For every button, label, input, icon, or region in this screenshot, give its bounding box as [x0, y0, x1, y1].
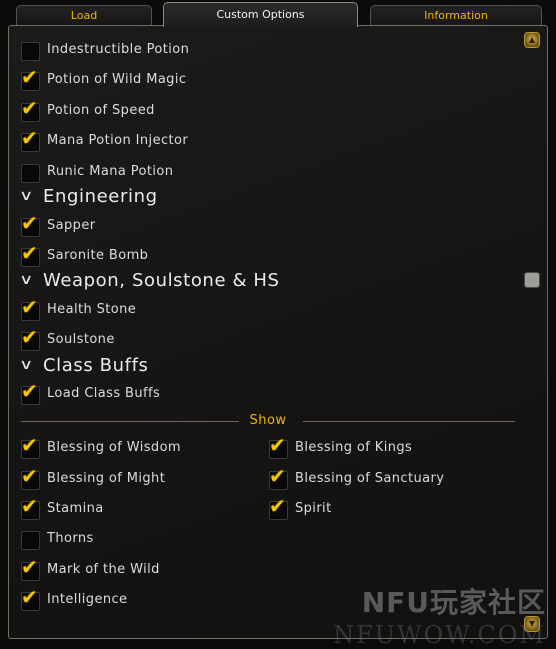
checkbox-label: Mark of the Wild: [47, 562, 160, 577]
checkmark-icon: ✔: [21, 464, 38, 488]
checkbox-box[interactable]: ✔: [269, 496, 288, 520]
checkbox-label: Soulstone: [47, 332, 115, 347]
checkbox-label: Mana Potion Injector: [47, 133, 189, 148]
section-title: Weapon, Soulstone & HS: [43, 270, 280, 291]
divider-line: [303, 421, 515, 422]
tab-information-label: Information: [424, 9, 488, 22]
checkmark-icon: ✔: [269, 464, 286, 488]
checkmark-icon: ✔: [21, 96, 38, 120]
section-title: Class Buffs: [43, 355, 149, 376]
checkbox-box[interactable]: ✔: [21, 531, 40, 550]
options-panel: ✔ Indestructible Potion ✔ Potion of Wild…: [8, 25, 548, 639]
checkbox-box[interactable]: ✔: [21, 297, 40, 321]
checkbox-label: Saronite Bomb: [47, 248, 149, 263]
checkbox-label: Stamina: [47, 501, 104, 516]
scrollbar-thumb[interactable]: [524, 272, 540, 288]
checkbox-box[interactable]: ✔: [21, 466, 40, 490]
arrow-up-icon: ▲: [528, 35, 536, 44]
checkbox-box[interactable]: ✔: [21, 164, 40, 183]
checkbox-box[interactable]: ✔: [21, 381, 40, 405]
checkmark-icon: ✔: [21, 325, 38, 349]
checkmark-icon: ✔: [269, 433, 286, 457]
checkbox-box[interactable]: ✔: [21, 243, 40, 267]
arrow-down-icon: ▼: [528, 619, 536, 628]
checkmark-icon: ✔: [269, 494, 286, 518]
checkbox-label: Load Class Buffs: [47, 386, 161, 401]
tab-information[interactable]: Information: [370, 5, 542, 26]
checkbox-label: Blessing of Kings: [295, 440, 413, 455]
checkbox-label: Health Stone: [47, 302, 137, 317]
chevron-down-icon: ∨: [18, 188, 34, 204]
checkmark-icon: ✔: [21, 494, 38, 518]
scroll-down-button[interactable]: ▼: [524, 616, 540, 632]
checkbox-label: Potion of Wild Magic: [47, 72, 187, 87]
checkbox-box[interactable]: ✔: [21, 42, 40, 61]
checkbox-box[interactable]: ✔: [21, 67, 40, 91]
checkbox-label: Blessing of Might: [47, 471, 166, 486]
checkbox-label: Sapper: [47, 218, 96, 233]
checkmark-icon: ✔: [21, 585, 38, 609]
checkbox-box[interactable]: ✔: [21, 98, 40, 122]
checkbox-box[interactable]: ✔: [21, 557, 40, 581]
checkmark-icon: ✔: [21, 241, 38, 265]
tab-load-label: Load: [70, 9, 98, 22]
checkbox-label: Potion of Speed: [47, 103, 155, 118]
chevron-down-icon: ∨: [18, 272, 34, 288]
checkbox-label: Thorns: [47, 531, 94, 546]
checkbox-label: Intelligence: [47, 592, 128, 607]
checkbox-label: Spirit: [295, 501, 332, 516]
checkbox-box[interactable]: ✔: [269, 435, 288, 459]
checkbox-box[interactable]: ✔: [21, 213, 40, 237]
scroll-up-button[interactable]: ▲: [524, 32, 540, 48]
checkbox-box[interactable]: ✔: [269, 466, 288, 490]
checkbox-label: Indestructible Potion: [47, 42, 190, 57]
section-title: Engineering: [43, 186, 158, 207]
chevron-down-icon: ∨: [18, 357, 34, 373]
tab-custom-options[interactable]: Custom Options: [163, 2, 358, 27]
tab-custom-options-label: Custom Options: [216, 8, 305, 21]
checkmark-icon: ✔: [21, 126, 38, 150]
checkbox-label: Blessing of Wisdom: [47, 440, 181, 455]
show-divider: Show: [21, 412, 515, 432]
checkbox-box[interactable]: ✔: [21, 587, 40, 611]
checkbox-box[interactable]: ✔: [21, 327, 40, 351]
tab-bar: Load Custom Options Information: [0, 0, 556, 27]
checkmark-icon: ✔: [21, 555, 38, 579]
checkbox-label: Runic Mana Potion: [47, 164, 174, 179]
checkmark-icon: ✔: [21, 295, 38, 319]
checkbox-box[interactable]: ✔: [21, 128, 40, 152]
tab-load[interactable]: Load: [16, 5, 152, 26]
checkbox-box[interactable]: ✔: [21, 435, 40, 459]
checkmark-icon: ✔: [21, 379, 38, 403]
checkmark-icon: ✔: [21, 65, 38, 89]
checkmark-icon: ✔: [21, 433, 38, 457]
checkmark-icon: ✔: [21, 211, 38, 235]
checkbox-box[interactable]: ✔: [21, 496, 40, 520]
checkbox-label: Blessing of Sanctuary: [295, 471, 445, 486]
